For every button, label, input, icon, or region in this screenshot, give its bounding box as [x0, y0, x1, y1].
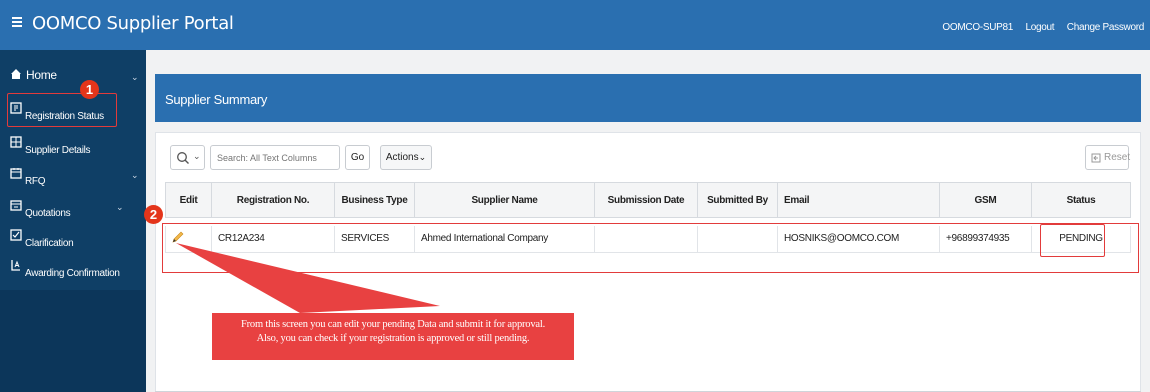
quotations-icon: [10, 200, 22, 211]
column-header-registration-no[interactable]: Registration No.: [212, 182, 335, 218]
sidebar-item-rfq[interactable]: RFQ ⌄: [0, 164, 146, 190]
user-links: OOMCO-SUP81 Logout Change Password: [932, 22, 1144, 33]
column-header-supplier-name[interactable]: Supplier Name: [415, 182, 595, 218]
sidebar-item-home[interactable]: Home ⌄: [0, 66, 146, 92]
sidebar-item-quotations[interactable]: Quotations ⌄: [0, 196, 146, 222]
rfq-icon: [10, 168, 22, 179]
sidebar-item-clarification[interactable]: Clarification: [0, 226, 146, 252]
clarification-icon: [10, 229, 22, 241]
reset-icon: [1091, 153, 1101, 163]
details-icon: [10, 136, 22, 148]
logout-link[interactable]: Logout: [1026, 22, 1055, 33]
column-header-email[interactable]: Email: [778, 182, 940, 218]
sidebar-item-awarding-confirmation[interactable]: Awarding Confirmation: [0, 256, 146, 282]
go-button[interactable]: Go: [345, 145, 370, 170]
step-badge-2: 2: [144, 205, 163, 224]
chevron-down-icon[interactable]: ⌄: [131, 170, 139, 181]
step-badge-1: 1: [80, 80, 99, 99]
column-header-submitted-by[interactable]: Submitted By: [698, 182, 778, 218]
sidebar-item-label: Awarding Confirmation: [25, 268, 120, 279]
column-header-edit[interactable]: Edit: [165, 182, 212, 218]
chevron-down-icon[interactable]: ⌄: [116, 202, 124, 213]
actions-button[interactable]: Actions⌄: [380, 145, 432, 170]
actions-label: Actions: [385, 152, 419, 163]
user-name[interactable]: OOMCO-SUP81: [942, 22, 1013, 33]
change-password-link[interactable]: Change Password: [1067, 22, 1145, 33]
column-header-gsm[interactable]: GSM: [940, 182, 1032, 218]
registration-status-highlight: [7, 93, 117, 127]
hamburger-icon[interactable]: [12, 17, 22, 27]
panel-header: Supplier Summary: [155, 74, 1141, 122]
callout-note: From this screen you can edit your pendi…: [212, 313, 574, 360]
sidebar-item-label: Home: [26, 68, 57, 82]
reset-label: Reset: [1104, 152, 1131, 163]
sidebar-item-label: Supplier Details: [25, 145, 91, 156]
chevron-down-icon: ⌄: [418, 152, 427, 162]
row-highlight: [162, 223, 1139, 273]
sidebar-item-label: Quotations: [25, 208, 71, 219]
top-bar: OOMCO Supplier Portal OOMCO-SUP81 Logout…: [0, 0, 1150, 50]
column-header-submission-date[interactable]: Submission Date: [595, 182, 698, 218]
search-input[interactable]: [210, 145, 340, 170]
callout-line-1: From this screen you can edit your pendi…: [240, 319, 545, 330]
home-icon: [11, 69, 21, 79]
sidebar-item-label: Clarification: [25, 238, 74, 249]
callout-line-2: Also, you can check if your registration…: [256, 333, 530, 344]
column-header-business-type[interactable]: Business Type: [335, 182, 415, 218]
status-highlight: [1040, 224, 1105, 257]
reset-button[interactable]: Reset: [1085, 145, 1131, 170]
sidebar-lower: [0, 290, 146, 392]
chevron-down-icon: ⌄: [193, 151, 201, 161]
award-icon: [11, 260, 20, 271]
chevron-down-icon[interactable]: ⌄: [131, 72, 139, 83]
column-header-status[interactable]: Status: [1032, 182, 1131, 218]
search-icon: [177, 152, 189, 164]
app-title[interactable]: OOMCO Supplier Portal: [32, 13, 234, 34]
panel-title: Supplier Summary: [165, 92, 268, 107]
sidebar-item-label: RFQ: [25, 176, 46, 187]
sidebar-item-supplier-details[interactable]: Supplier Details: [0, 133, 146, 159]
search-column-button[interactable]: ⌄: [170, 145, 205, 170]
